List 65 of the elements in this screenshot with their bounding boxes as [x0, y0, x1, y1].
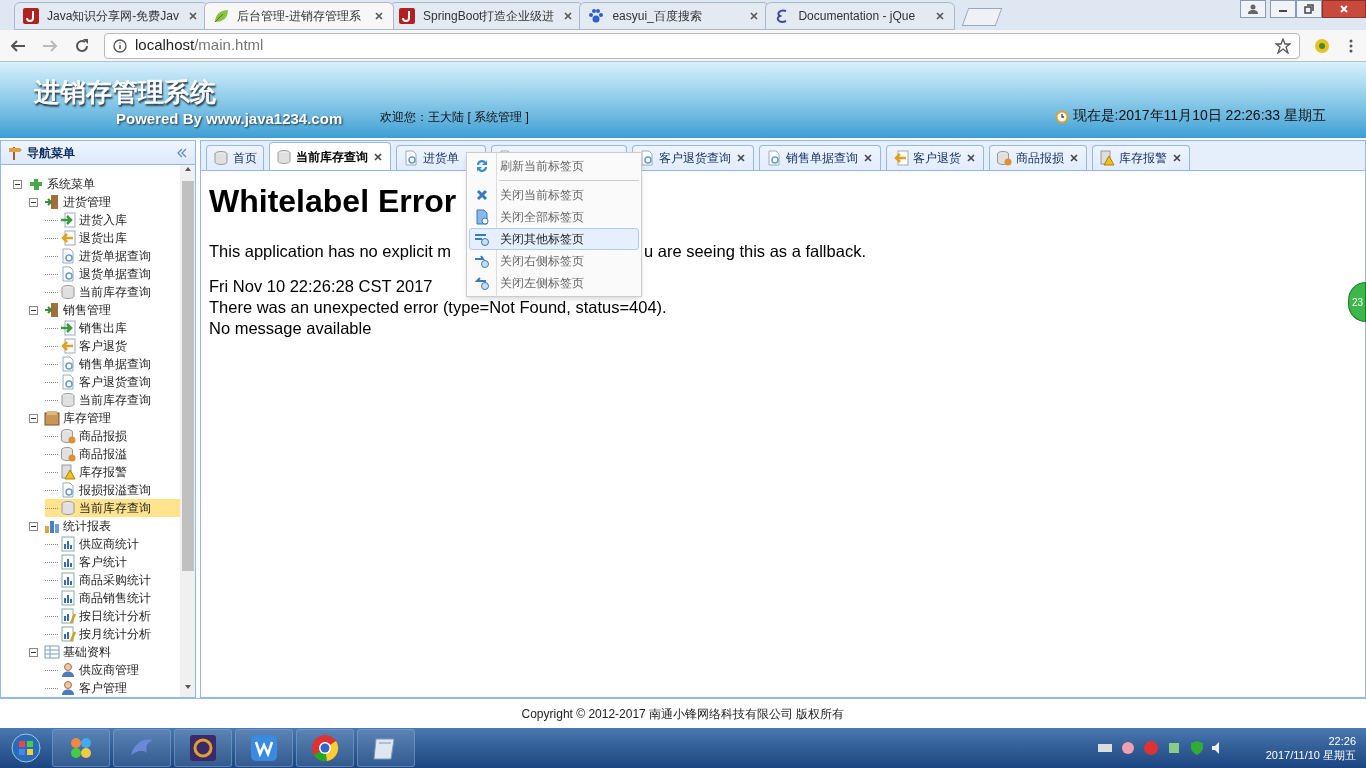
menu-item[interactable]: 关闭全部标签页: [469, 206, 639, 228]
tree-item[interactable]: 客户退货: [45, 337, 133, 355]
page-tab[interactable]: 销售单据查询: [759, 145, 881, 170]
tab-title: Java知识分享网-免费Jav: [47, 8, 180, 25]
page-tab[interactable]: 当前库存查询: [269, 142, 391, 170]
tree-item[interactable]: 统计报表: [29, 517, 117, 535]
menu-item[interactable]: 关闭左侧标签页: [469, 272, 639, 294]
url-host: localhost: [135, 35, 195, 56]
tree-item[interactable]: 基础资料: [29, 643, 117, 661]
welcome-text: 欢迎您：王大陆 [ 系统管理 ]: [380, 109, 529, 126]
url-path: /main.html: [194, 35, 264, 56]
clock-date: 2017/11/10 星期五: [1265, 748, 1356, 762]
tree-item[interactable]: 供应商管理: [45, 661, 145, 679]
tree-item[interactable]: 库存管理: [29, 409, 117, 427]
tree-item[interactable]: 客户统计: [45, 553, 133, 571]
tab-title: Documentation - jQue: [798, 8, 917, 25]
clock-text: 现在是:2017年11月10日 22:26:33 星期五: [1072, 106, 1326, 125]
error-detail: There was an unexpected error (type=Not Found, status=404).: [209, 297, 667, 318]
page-tab[interactable]: 客户退货: [886, 145, 984, 170]
tree-item[interactable]: 报损报溢查询: [45, 481, 157, 499]
error-message: This application has no explicit m: [209, 242, 452, 260]
error-detail: Fri Nov 10 22:26:28 CST 2017: [209, 276, 433, 297]
tree-item[interactable]: 当前库存查询: [45, 391, 157, 409]
menu-item[interactable]: 关闭当前标签页: [469, 184, 639, 206]
tree-item[interactable]: 按月统计分析: [45, 625, 157, 643]
tab-title: 后台管理-进销存管理系: [237, 8, 363, 25]
page-tab[interactable]: 首页: [206, 145, 264, 170]
clock-time: 22:26: [1328, 734, 1356, 748]
page-tab[interactable]: 库存报警: [1092, 145, 1190, 170]
page-tab[interactable]: 商品报损: [989, 145, 1087, 170]
tree-item[interactable]: 商品销售统计: [45, 589, 157, 607]
error-detail: No message available: [209, 318, 372, 339]
page-tab[interactable]: 客户退货查询: [632, 145, 754, 170]
address-field[interactable]: localhost/main.html: [104, 32, 1300, 59]
tab-title: easyui_百度搜索: [612, 8, 703, 25]
menu-item[interactable]: 关闭其他标签页: [469, 228, 639, 250]
tree-item[interactable]: 退货出库: [45, 229, 133, 247]
tree-item[interactable]: 当前库存查询: [45, 283, 157, 301]
sidebar-title: 导航菜单: [27, 144, 75, 162]
menu-item[interactable]: 关闭右侧标签页: [469, 250, 639, 272]
tree-item[interactable]: 库存报警: [45, 463, 133, 481]
tree-item[interactable]: 商品报损: [45, 427, 133, 445]
tree-item[interactable]: 进货管理: [29, 193, 117, 211]
tree-item[interactable]: 系统菜单: [13, 175, 101, 193]
tree-item[interactable]: 客户退货查询: [45, 373, 157, 391]
tree-item[interactable]: 商品报溢: [45, 445, 133, 463]
tree-item[interactable]: 进货单据查询: [45, 247, 157, 265]
tree-item[interactable]: 销售出库: [45, 319, 133, 337]
browser-tab[interactable]: 后台管理-进销存管理系: [204, 2, 395, 30]
tree-item[interactable]: 退货单据查询: [45, 265, 157, 283]
app-title: 进销存管理系统: [34, 79, 217, 105]
tree-item[interactable]: 销售管理: [29, 301, 117, 319]
tree-item[interactable]: 进货入库: [45, 211, 133, 229]
copyright-text: Copyright © 2012-2017 南通小锋网络科技有限公司 版权所有: [521, 705, 845, 723]
tree-item[interactable]: 按日统计分析: [45, 607, 157, 625]
error-message: u are seeing this as a fallback.: [644, 241, 866, 262]
error-heading: Whitelabel Error: [209, 182, 457, 221]
tree-item[interactable]: 当前库存查询: [45, 499, 180, 517]
tree-item[interactable]: 商品采购统计: [45, 571, 157, 589]
app-subtitle: Powered By www.java1234.com: [116, 111, 343, 126]
browser-tab[interactable]: Documentation - jQue: [765, 2, 956, 30]
tree-item[interactable]: 供应商统计: [45, 535, 145, 553]
tree-item[interactable]: 销售单据查询: [45, 355, 157, 373]
tab-title: SpringBoot打造企业级进: [423, 8, 555, 25]
tree-item[interactable]: 客户管理: [45, 679, 133, 697]
